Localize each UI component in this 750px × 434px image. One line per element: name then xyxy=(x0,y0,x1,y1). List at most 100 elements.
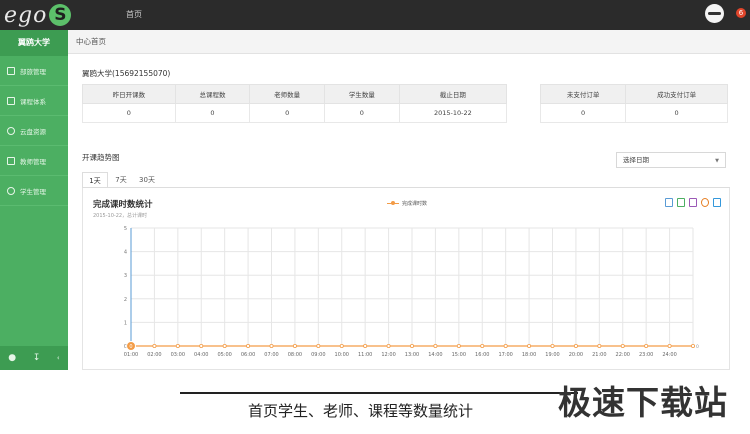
data-point xyxy=(503,343,508,348)
stats-header: 老师数量 xyxy=(249,84,325,104)
tab-1-day[interactable]: 1天 xyxy=(82,172,108,188)
x-tick-label: 01:00 xyxy=(124,352,138,358)
x-tick-label: 18:00 xyxy=(522,352,536,358)
sidebar-item-courses[interactable]: 课程体系 xyxy=(0,86,68,116)
data-point xyxy=(573,343,578,348)
x-tick-label: 23:00 xyxy=(639,352,653,358)
sidebar-item-label: 教师管理 xyxy=(20,157,46,166)
data-point xyxy=(339,343,344,348)
x-tick-label: 09:00 xyxy=(311,352,325,358)
avatar[interactable] xyxy=(705,4,724,23)
x-tick-label: 03:00 xyxy=(171,352,185,358)
sidebar-footer: ● ↧ ‹ xyxy=(0,346,68,370)
x-tick-label: 17:00 xyxy=(498,352,512,358)
x-tick-label: 08:00 xyxy=(288,352,302,358)
teacher-icon xyxy=(7,156,15,165)
data-point xyxy=(199,343,204,348)
watermark: 极速下载站 xyxy=(558,383,728,422)
top-nav-home[interactable]: 首页 xyxy=(126,9,142,20)
data-point xyxy=(316,343,321,348)
orders-value: 0 xyxy=(539,103,627,123)
stats-value: 0 xyxy=(82,103,176,123)
data-point xyxy=(620,343,625,348)
y-tick-label: 1 xyxy=(124,320,127,326)
student-icon xyxy=(7,186,15,195)
x-tick-label: 15:00 xyxy=(452,352,466,358)
sidebar-item-department[interactable]: 部旅管理 xyxy=(0,56,68,86)
chart-toolbox xyxy=(665,198,721,207)
x-tick-label: 22:00 xyxy=(616,352,630,358)
stats-value: 0 xyxy=(324,103,400,123)
x-end-label: 0 xyxy=(696,344,699,350)
data-point xyxy=(363,343,368,348)
stats-header: 学生数量 xyxy=(324,84,400,104)
x-tick-label: 24:00 xyxy=(662,352,676,358)
chart-panel: 0 1 2 3 4 5 01:00 02:00 03:00 04:00 05:00 06:00 07:0… xyxy=(82,188,730,370)
y-tick-label: 5 xyxy=(124,226,127,232)
x-tick-label: 07:00 xyxy=(264,352,278,358)
stats-value: 2015-10-22 xyxy=(398,103,508,123)
data-point xyxy=(222,343,227,348)
user-icon[interactable]: ● xyxy=(8,353,16,363)
sidebar-item-label: 部旅管理 xyxy=(20,67,46,76)
y-tick-label: 2 xyxy=(124,297,127,303)
data-point xyxy=(386,343,391,348)
cloud-icon xyxy=(7,126,15,135)
orders-header: 未支付订单 xyxy=(539,84,627,104)
date-select[interactable]: 选择日期 ▼ xyxy=(616,152,726,168)
save-image-icon[interactable] xyxy=(713,198,721,207)
data-point xyxy=(409,343,414,348)
legend-label: 完成课时数 xyxy=(402,201,428,207)
data-point xyxy=(433,343,438,348)
download-icon[interactable]: ↧ xyxy=(33,353,41,363)
data-view-icon[interactable] xyxy=(665,198,673,207)
sidebar-item-label: 学生管理 xyxy=(20,187,46,196)
stats-value: 0 xyxy=(249,103,325,123)
trend-title: 开课趋势图 xyxy=(82,153,120,162)
x-tick-label: 13:00 xyxy=(405,352,419,358)
logo[interactable]: ego S xyxy=(4,2,72,28)
sidebar-item-label: 课程体系 xyxy=(20,97,46,106)
sidebar-item-students[interactable]: 学生管理 xyxy=(0,176,68,206)
sidebar-item-teachers[interactable]: 教师管理 xyxy=(0,146,68,176)
caption: 首页学生、老师、课程等数量统计 xyxy=(248,402,474,420)
orders-value: 0 xyxy=(625,103,728,123)
stats-header: 截止日期 xyxy=(398,84,508,104)
sidebar-item-cloud[interactable]: 云盘资源 xyxy=(0,116,68,146)
x-tick-label: 21:00 xyxy=(592,352,606,358)
refresh-icon[interactable] xyxy=(701,198,709,207)
chart-svg: 0 1 2 3 4 5 01:00 02:00 03:00 04:00 05:00 06:00 07:0… xyxy=(124,226,699,358)
calendar-icon xyxy=(7,66,15,75)
stats-value: 0 xyxy=(174,103,251,123)
chart-subtitle: 2015-10-22，总计课时 xyxy=(93,213,148,219)
orders-header: 成功支付订单 xyxy=(625,84,728,104)
x-tick-label: 10:00 xyxy=(335,352,349,358)
chart-legend[interactable]: 完成课时数 xyxy=(387,200,427,207)
x-tick-label: 20:00 xyxy=(569,352,583,358)
tab-30-days[interactable]: 30天 xyxy=(134,172,160,188)
data-point xyxy=(292,343,297,348)
collapse-icon[interactable]: ‹ xyxy=(57,354,60,362)
bar-chart-icon[interactable] xyxy=(689,198,697,207)
x-tick-label: 04:00 xyxy=(194,352,208,358)
stats-table: 昨日开课数 总课程数 老师数量 学生数量 截止日期 0 0 0 0 2015-1… xyxy=(82,84,508,123)
x-tick-label: 12:00 xyxy=(381,352,395,358)
data-point xyxy=(644,343,649,348)
line-chart-icon[interactable] xyxy=(677,198,685,207)
top-bar: ego S 首页 6 xyxy=(0,0,750,30)
x-tick-label: 16:00 xyxy=(475,352,489,358)
data-point xyxy=(456,343,461,348)
caption-rule xyxy=(180,392,578,394)
tab-7-days[interactable]: 7天 xyxy=(108,172,134,188)
x-tick-label: 11:00 xyxy=(358,352,372,358)
data-point xyxy=(597,343,602,348)
logo-s-icon: S xyxy=(49,4,72,26)
orders-table: 未支付订单 成功支付订单 0 0 xyxy=(539,84,728,123)
logo-text: ego xyxy=(4,2,48,28)
breadcrumb: 中心首页 xyxy=(68,30,750,54)
main-content: 中心首页 翼鸥大学(15692155070) 昨日开课数 总课程数 老师数量 学… xyxy=(68,30,750,370)
notification-badge[interactable]: 6 xyxy=(736,8,746,18)
chart-title: 完成课时数统计 xyxy=(93,200,153,210)
range-tabs: 1天 7天 30天 xyxy=(82,172,160,188)
data-point xyxy=(269,343,274,348)
